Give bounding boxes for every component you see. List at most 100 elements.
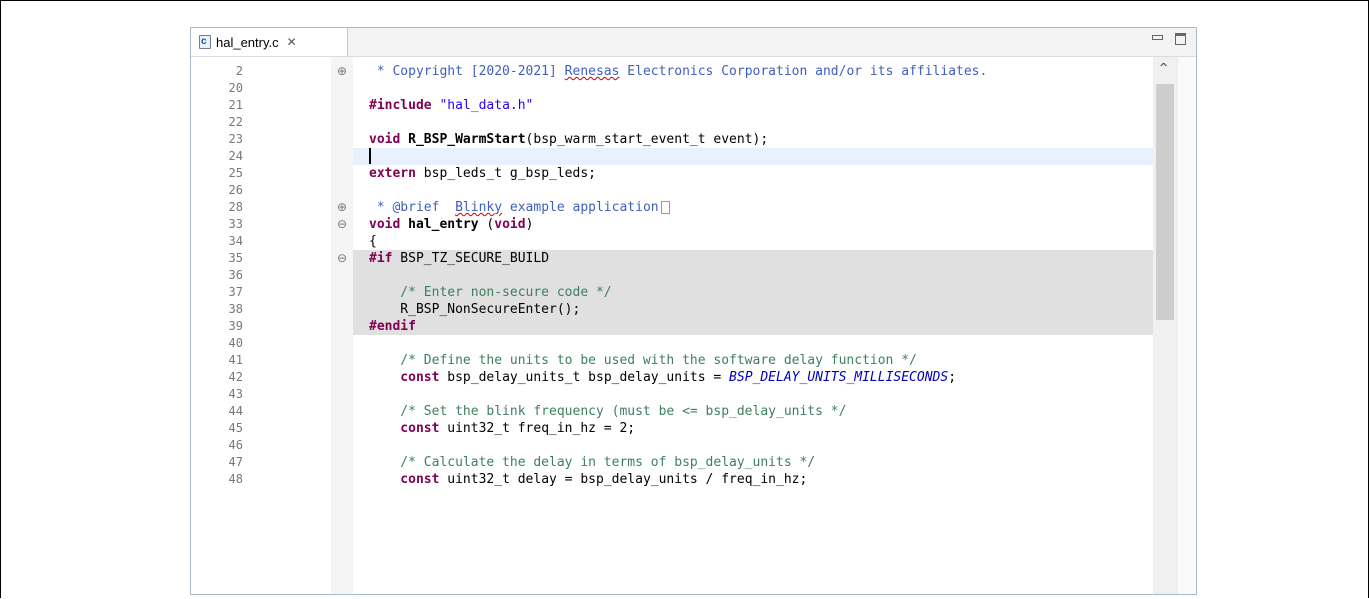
code-token: const [369, 370, 440, 385]
code-token: ( [478, 217, 495, 232]
code-text: R_BSP_NonSecureEnter(); [369, 301, 580, 318]
code-text: { [369, 233, 377, 250]
code-text: #endif [369, 318, 416, 335]
code-token: uint32_t freq_in_hz = 2; [439, 421, 636, 436]
code-text: #if BSP_TZ_SECURE_BUILD [369, 250, 549, 267]
code-line[interactable]: #if BSP_TZ_SECURE_BUILD [353, 250, 1153, 267]
code-editor[interactable]: c hal_entry.c ✕ 2 20 21 22 23 24 25 26 28 33 34 35 3… [190, 27, 1197, 595]
code-line[interactable]: #include "hal_data.h" [353, 97, 1153, 114]
fold-expand-icon[interactable]: ⊕ [336, 65, 348, 77]
editor-tab-bar: c hal_entry.c ✕ [191, 28, 1196, 57]
line-number: 20 [228, 81, 243, 95]
code-line[interactable]: /* Enter non-secure code */ [353, 284, 1153, 301]
code-token: void [494, 217, 526, 232]
line-number: 25 [228, 166, 243, 180]
line-number-gutter: 2 20 21 22 23 24 25 26 28 33 34 35 36 37 38 39 40 41 42 43 4… [191, 57, 331, 594]
code-line[interactable]: const uint32_t delay = bsp_delay_units /… [353, 471, 1153, 488]
code-line[interactable]: R_BSP_NonSecureEnter(); [353, 301, 1153, 318]
line-number: 38 [228, 302, 243, 316]
line-number: 28 [228, 200, 243, 214]
code-text: /* Define the units to be used with the … [369, 352, 917, 369]
fold-expand-icon[interactable]: ⊕ [336, 201, 348, 213]
fold-collapse-icon[interactable]: ⊖ [336, 252, 348, 264]
code-token: BSP_TZ_SECURE_BUILD [392, 251, 550, 266]
code-text: /* Set the blink frequency (must be <= b… [369, 403, 846, 420]
scroll-up-icon[interactable]: ^ [1159, 61, 1168, 74]
line-number: 26 [228, 183, 243, 197]
minimize-icon[interactable] [1152, 35, 1163, 40]
code-line[interactable]: const uint32_t freq_in_hz = 2; [353, 420, 1153, 437]
line-number: 40 [228, 336, 243, 350]
line-number: 37 [228, 285, 243, 299]
code-token: #include [369, 98, 432, 113]
code-token: #endif [369, 319, 416, 334]
line-number: 24 [228, 149, 243, 163]
code-text: const bsp_delay_units_t bsp_delay_units … [369, 369, 956, 386]
code-line[interactable] [353, 114, 1153, 131]
code-line[interactable]: * Copyright [2020-2021] Renesas Electron… [353, 63, 1153, 80]
code-token: #if [369, 251, 393, 266]
code-line[interactable]: void R_BSP_WarmStart(bsp_warm_start_even… [353, 131, 1153, 148]
line-number: 45 [228, 421, 243, 435]
line-number: 34 [228, 234, 243, 248]
line-number: 23 [228, 132, 243, 146]
code-text: /* Calculate the delay in terms of bsp_d… [369, 454, 815, 471]
code-line[interactable]: void hal_entry (void) [353, 216, 1153, 233]
code-line[interactable]: /* Calculate the delay in terms of bsp_d… [353, 454, 1153, 471]
code-token: uint32_t delay = bsp_delay_units / freq_… [439, 472, 808, 487]
code-text: #include "hal_data.h" [369, 97, 533, 114]
code-line[interactable]: { [353, 233, 1153, 250]
code-text: const uint32_t freq_in_hz = 2; [369, 420, 635, 437]
overview-ruler [1177, 57, 1196, 594]
code-line[interactable] [353, 148, 1153, 165]
code-token: void [369, 217, 401, 232]
code-line[interactable]: /* Define the units to be used with the … [353, 352, 1153, 369]
code-text: * Copyright [2020-2021] Renesas Electron… [369, 63, 988, 80]
code-token: example application [502, 200, 659, 215]
code-line[interactable]: #endif [353, 318, 1153, 335]
line-number: 46 [228, 438, 243, 452]
code-line[interactable]: /* Set the blink frequency (must be <= b… [353, 403, 1153, 420]
code-token: const [369, 472, 440, 487]
text-caret [369, 148, 371, 164]
code-line[interactable]: const bsp_delay_units_t bsp_delay_units … [353, 369, 1153, 386]
tab-label: hal_entry.c [216, 34, 279, 50]
code-text: void R_BSP_WarmStart(bsp_warm_start_even… [369, 131, 768, 148]
close-icon[interactable]: ✕ [287, 35, 297, 49]
code-token: R_BSP_WarmStart [408, 132, 526, 147]
code-line[interactable] [353, 437, 1153, 454]
code-token: bsp_delay_units_t bsp_delay_units = [439, 370, 730, 385]
code-text: * @brief Blinky example application [369, 199, 670, 216]
code-token: R_BSP_NonSecureEnter(); [369, 302, 581, 317]
fold-collapse-icon[interactable]: ⊖ [336, 218, 348, 230]
folded-ellipsis-icon[interactable] [660, 201, 670, 214]
code-line[interactable] [353, 182, 1153, 199]
code-line[interactable] [353, 80, 1153, 97]
code-token: /* Enter non-secure code */ [369, 285, 612, 300]
code-token: { [369, 234, 377, 249]
code-line[interactable] [353, 386, 1153, 403]
tab-hal-entry[interactable]: c hal_entry.c ✕ [191, 28, 348, 56]
maximize-icon[interactable] [1175, 33, 1186, 45]
line-number: 2 [235, 64, 243, 78]
code-token: (bsp_warm_start_event_t event); [525, 132, 769, 147]
line-number: 36 [228, 268, 243, 282]
code-line[interactable]: * @brief Blinky example application [353, 199, 1153, 216]
code-token: ) [525, 217, 534, 232]
code-text: void hal_entry (void) [369, 216, 533, 233]
line-number: 43 [228, 387, 243, 401]
code-token: Renesas [564, 64, 620, 79]
code-token: extern [369, 166, 416, 181]
line-number: 41 [228, 353, 243, 367]
line-number: 47 [228, 455, 243, 469]
code-token: const [369, 421, 440, 436]
code-line[interactable] [353, 267, 1153, 284]
code-line[interactable] [353, 335, 1153, 352]
scrollbar-thumb[interactable] [1156, 84, 1174, 320]
code-text [369, 148, 371, 165]
code-area[interactable]: * Copyright [2020-2021] Renesas Electron… [353, 57, 1153, 594]
vertical-scrollbar[interactable]: ^ [1153, 57, 1177, 594]
code-line[interactable]: extern bsp_leds_t g_bsp_leds; [353, 165, 1153, 182]
